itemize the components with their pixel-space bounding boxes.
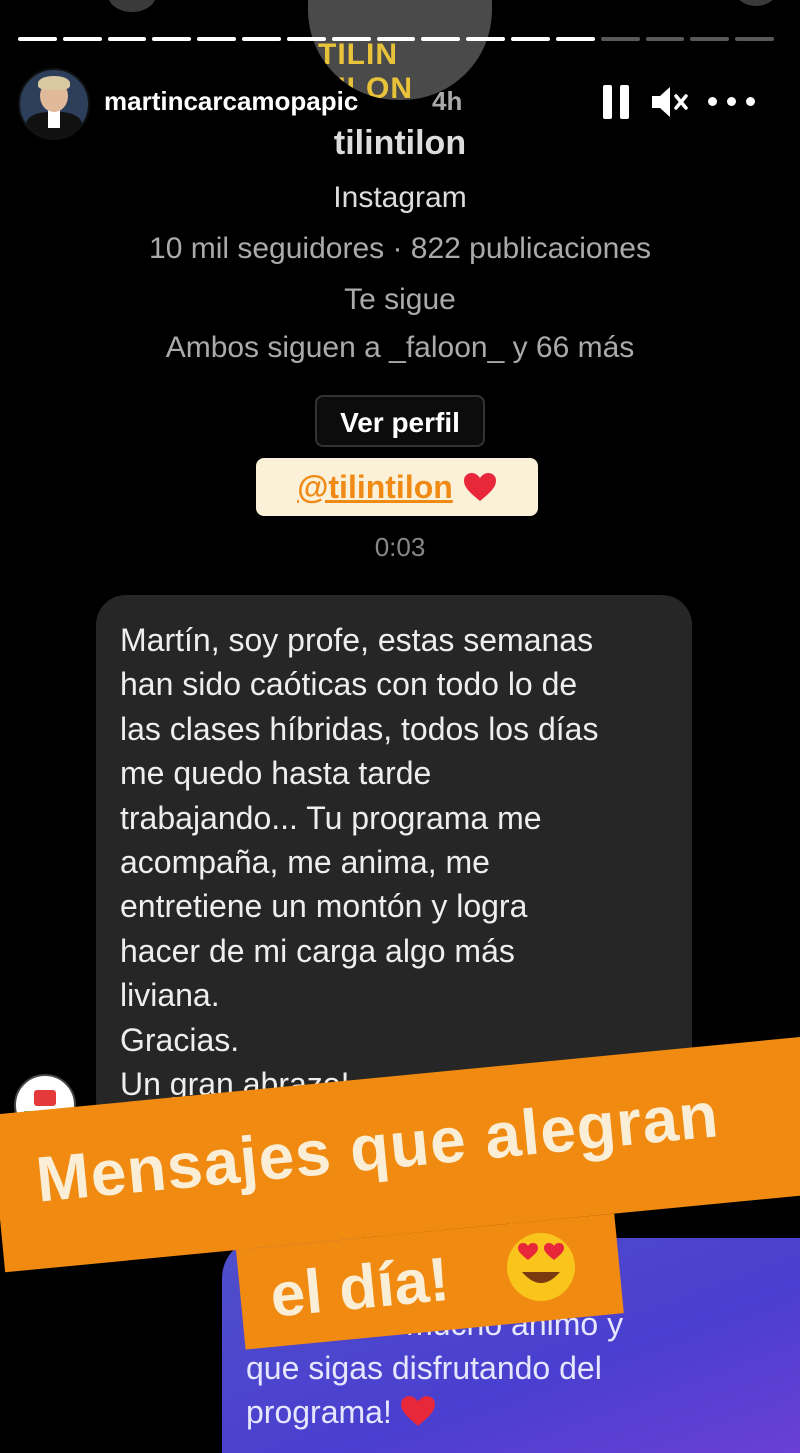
pause-icon[interactable] (603, 85, 629, 119)
message-duration: 0:03 (374, 532, 426, 562)
post-time: 4h (432, 86, 463, 116)
view-profile-button[interactable]: Ver perfil (315, 395, 485, 447)
progress-segment (242, 37, 281, 41)
caption-line2: el día! (267, 1244, 453, 1331)
username[interactable]: martincarcamopapic (104, 86, 358, 117)
mutual-followers: Ambos siguen a _faloon_ y 66 más (165, 331, 635, 364)
progress-segment (62, 37, 102, 41)
profile-name: tilintilon (333, 124, 467, 162)
profile-stats: 10 mil seguidores · 822 publicaciones (149, 232, 651, 265)
progress-segment (600, 37, 640, 41)
heart-icon (463, 473, 496, 501)
progress-segment (690, 37, 730, 41)
story-progress-bar (18, 37, 775, 41)
progress-segment (331, 37, 371, 41)
progress-segment (511, 37, 550, 41)
mute-icon[interactable] (650, 84, 690, 120)
follows-you-label: Te sigue (344, 283, 456, 316)
message-text: Martín, soy profe, estas semanas han sid… (120, 622, 599, 1103)
mention-sticker[interactable]: @tilintilon (256, 458, 538, 516)
more-options-icon[interactable] (708, 97, 756, 107)
progress-segment (107, 37, 147, 41)
top-icon-right (736, 0, 776, 6)
progress-segment (645, 37, 685, 41)
progress-segment (555, 37, 595, 41)
mention-tag[interactable]: @tilintilon (297, 469, 453, 506)
progress-segment (197, 37, 237, 41)
heart-eyes-emoji-icon (507, 1233, 575, 1301)
heart-icon (400, 1396, 435, 1426)
profile-logo: TILIN TILON (308, 0, 492, 100)
progress-segment (466, 37, 506, 41)
profile-platform: Instagram (333, 181, 467, 214)
progress-segment (376, 37, 416, 41)
progress-segment (421, 37, 461, 41)
progress-segment (18, 37, 57, 41)
progress-segment (152, 37, 192, 41)
top-icon-left (108, 0, 156, 12)
progress-segment (735, 37, 775, 41)
progress-segment (286, 37, 326, 41)
